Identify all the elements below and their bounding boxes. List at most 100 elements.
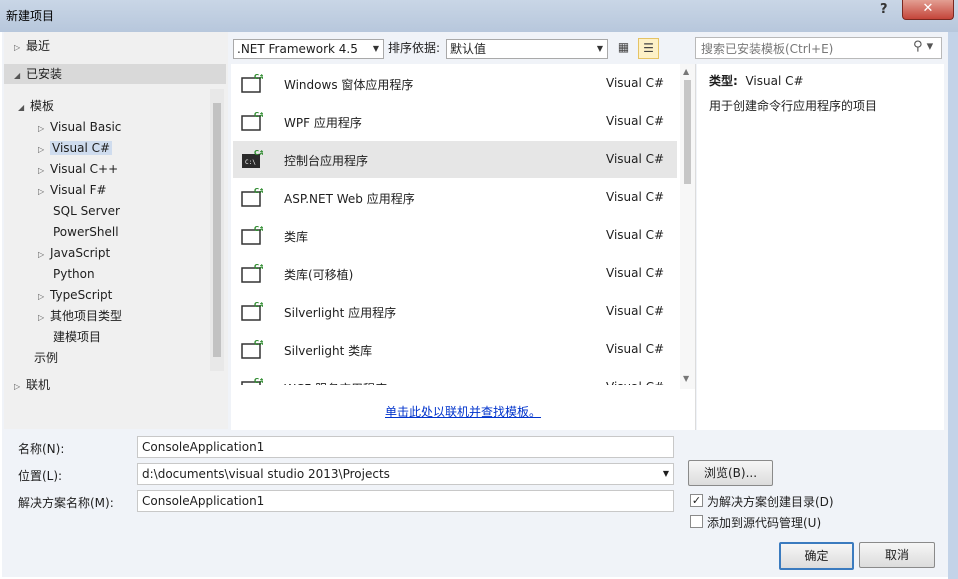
name-field[interactable]: ConsoleApplication1 <box>137 436 674 458</box>
svg-text:C#: C# <box>254 301 263 309</box>
chevron-down-icon: ▼ <box>596 44 603 53</box>
template-name: 类库 <box>284 230 309 244</box>
template-language: Visual C# <box>606 76 665 90</box>
svg-text:C#: C# <box>254 339 263 347</box>
template-language: Visual C# <box>606 228 665 242</box>
small-icons-view-icon[interactable]: ▦ <box>614 38 633 57</box>
tree-item-recent[interactable]: ▷ 最近 <box>14 36 224 56</box>
expand-arrow-icon[interactable]: ▷ <box>14 38 26 58</box>
template-name: Silverlight 应用程序 <box>284 306 397 320</box>
tree-item-samples[interactable]: 示例 <box>34 348 58 368</box>
location-field[interactable]: d:\documents\visual studio 2013\Projects… <box>137 463 674 485</box>
console-app-icon: C:\ C# <box>242 149 263 168</box>
sort-label: 排序依据: <box>388 41 441 55</box>
expand-arrow-icon[interactable]: ▷ <box>38 161 50 181</box>
location-label: 位置(L): <box>18 469 63 483</box>
expand-arrow-icon[interactable]: ▷ <box>38 287 50 307</box>
online-templates-link[interactable]: 单击此处以联机并查找模板。 <box>385 403 541 420</box>
type-value: Visual C# <box>745 74 804 88</box>
template-row[interactable]: C# WCF 服务应用程序 Visual C# <box>233 369 677 385</box>
search-placeholder: 搜索已安装模板(Ctrl+E) <box>701 42 834 56</box>
tree-item-python[interactable]: Python <box>53 264 95 284</box>
template-row[interactable]: C:\ C# 控制台应用程序 Visual C# <box>233 141 677 178</box>
template-row[interactable]: C# Silverlight 应用程序 Visual C# <box>233 293 677 330</box>
sort-dropdown[interactable]: 默认值 ▼ <box>446 39 608 59</box>
svg-text:C#: C# <box>254 111 263 119</box>
tree-item-visual-cpp[interactable]: ▷ Visual C++ <box>38 159 118 179</box>
tree-item-powershell[interactable]: PowerShell <box>53 222 119 242</box>
add-source-control-label[interactable]: 添加到源代码管理(U) <box>707 514 821 531</box>
collapse-arrow-icon[interactable]: ◢ <box>18 98 30 118</box>
template-language: Visual C# <box>606 114 665 128</box>
template-row[interactable]: C# Silverlight 类库 Visual C# <box>233 331 677 368</box>
svg-text:C#: C# <box>254 377 263 385</box>
windows-form-icon: C# <box>241 73 263 93</box>
silverlight-app-icon: C# <box>241 301 263 321</box>
tree-item-other-types[interactable]: ▷ 其他项目类型 <box>38 306 122 326</box>
close-button[interactable]: ✕ <box>902 0 954 20</box>
browse-button[interactable]: 浏览(B)... <box>688 460 773 486</box>
template-row[interactable]: C# WPF 应用程序 Visual C# <box>233 103 677 140</box>
svg-text:C#: C# <box>254 149 263 157</box>
tree-item-installed[interactable]: ◢ 已安装 <box>4 64 226 84</box>
expand-arrow-icon[interactable]: ▷ <box>38 245 50 265</box>
chevron-down-icon[interactable]: ▼ <box>663 464 669 484</box>
template-name: ASP.NET Web 应用程序 <box>284 192 415 206</box>
tree-item-modeling[interactable]: 建模项目 <box>53 327 101 347</box>
tree-item-javascript[interactable]: ▷ JavaScript <box>38 243 110 263</box>
expand-arrow-icon[interactable]: ▷ <box>38 182 50 202</box>
tree-item-visual-csharp[interactable]: ▷ Visual C# <box>38 138 113 160</box>
scrollbar-thumb[interactable] <box>684 80 691 184</box>
collapse-arrow-icon[interactable]: ◢ <box>14 66 26 86</box>
tree-item-visual-basic[interactable]: ▷ Visual Basic <box>38 117 121 137</box>
window-border <box>948 32 958 579</box>
scroll-down-icon[interactable]: ▼ <box>683 374 689 383</box>
tree-item-typescript[interactable]: ▷ TypeScript <box>38 285 112 305</box>
search-icon[interactable]: ⚲ ▾ <box>913 39 933 54</box>
template-description: 用于创建命令行应用程序的项目 <box>709 99 878 113</box>
details-pane <box>697 64 944 430</box>
class-library-icon: C# <box>241 225 263 245</box>
tree-item-online[interactable]: ▷ 联机 <box>14 375 50 395</box>
template-language: Visual C# <box>606 342 665 356</box>
cancel-button[interactable]: 取消 <box>859 542 935 568</box>
template-row[interactable]: C# ASP.NET Web 应用程序 Visual C# <box>233 179 677 216</box>
add-source-control-checkbox[interactable] <box>690 515 703 528</box>
create-directory-label[interactable]: 为解决方案创建目录(D) <box>707 493 834 510</box>
expand-arrow-icon[interactable]: ▷ <box>38 308 50 328</box>
expand-arrow-icon[interactable]: ▷ <box>14 377 26 397</box>
scrollbar-thumb[interactable] <box>213 103 221 357</box>
tree-item-sql-server[interactable]: SQL Server <box>53 201 120 221</box>
create-directory-checkbox[interactable]: ✓ <box>690 494 703 507</box>
svg-text:C#: C# <box>254 263 263 271</box>
template-type: 类型: Visual C# <box>709 72 804 89</box>
aspnet-web-icon: C# <box>241 187 263 207</box>
svg-text:C#: C# <box>254 73 263 81</box>
template-list-scrollbar[interactable]: ▲ ▼ <box>680 64 695 389</box>
expand-arrow-icon[interactable]: ▷ <box>38 119 50 139</box>
template-row[interactable]: C# 类库 Visual C# <box>233 217 677 254</box>
list-view-icon[interactable]: ☰ <box>638 38 659 59</box>
framework-dropdown[interactable]: .NET Framework 4.5 ▼ <box>233 39 384 59</box>
solution-name-field[interactable]: ConsoleApplication1 <box>137 490 674 512</box>
template-language: Visual C# <box>606 304 665 318</box>
template-row[interactable]: C# 类库(可移植) Visual C# <box>233 255 677 292</box>
ok-button[interactable]: 确定 <box>779 542 854 570</box>
chevron-down-icon: ▼ <box>372 44 379 53</box>
scroll-up-icon[interactable]: ▲ <box>683 67 689 76</box>
tree-scrollbar[interactable] <box>210 89 224 371</box>
template-row[interactable]: C# Windows 窗体应用程序 Visual C# <box>233 65 677 102</box>
tree-item-templates[interactable]: ◢ 模板 <box>18 96 54 116</box>
expand-arrow-icon[interactable]: ▷ <box>38 140 50 160</box>
template-language: Visual C# <box>606 190 665 204</box>
silverlight-library-icon: C# <box>241 339 263 359</box>
solution-name-label: 解决方案名称(M): <box>18 496 114 510</box>
help-icon[interactable]: ? <box>880 2 888 17</box>
svg-text:C#: C# <box>254 187 263 195</box>
type-label: 类型: <box>709 74 738 88</box>
template-language: Visual C# <box>606 266 665 280</box>
template-name: WCF 服务应用程序 <box>284 380 387 385</box>
wpf-app-icon: C# <box>241 111 263 131</box>
tree-item-visual-fsharp[interactable]: ▷ Visual F# <box>38 180 107 200</box>
name-label: 名称(N): <box>18 442 65 456</box>
